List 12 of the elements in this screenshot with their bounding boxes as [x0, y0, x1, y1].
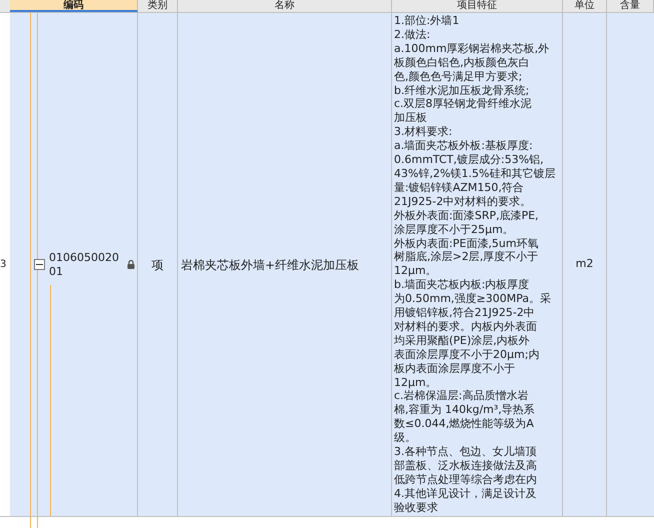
column-header[interactable]: 单位 — [563, 0, 607, 12]
column-header[interactable]: 类别 — [138, 0, 178, 12]
column-header[interactable]: 项目特征 — [392, 0, 563, 12]
name-text: 岩棉夹芯板外墙+纤维水泥加压板 — [181, 256, 360, 274]
unit-text: m2 — [576, 256, 594, 272]
row-number: 3 — [0, 258, 6, 270]
collapse-icon[interactable] — [34, 259, 45, 270]
column-header[interactable]: 含量 — [607, 0, 654, 12]
code-text: 010605002001 — [49, 250, 120, 278]
column-header[interactable]: 名称 — [178, 0, 392, 12]
category-text: 项 — [152, 256, 164, 274]
feature-text: 1.部位:外墙1 2.做法: a.100mm厚彩钢岩棉夹芯板,外 板颜色白铝色,内板颜色灰白 色,颜色色号满足甲方要求; b.纤维水泥加压板龙骨系统; c.双层8厚轻钢龙骨纤维水泥 加压板 3.材料要求: a.墙面夹芯板外板:基板厚度: 0.6mmTCT,镀层成分:53%铝, 43%锌,2%镁1.5%硅和其它镀层 量:镀铝锌镁AZM150,符合 21J925-2中对材料的要求。 外板外表面:面漆SRP,底漆PE, 涂层厚度不小于25μm。 外板内表面:PE面漆,5um环氧 树脂底,涂层>2层,厚度不小于 12μm。 b.墙面夹芯板内板:内板厚度 为0.50mm,强度≥300MPa。采 用镀铝锌板,符合21J925-2中 对材料的要求。内板内外表面 均采用聚酯(PE)涂层,内板外 表面涂层厚度不小于20μm;内 板内表面涂层厚度不小于 12μm。 c.岩棉保温层:高品质憎水岩 棉,容重为 140kg/m³,导热系 数≤0.044,燃烧性能等级为A 级。 3.各种节点、包边、女儿墙顶 部盖板、泛水板连接做法及高 低跨节点处理等综合考虑在内 4.其他详见设计，满足设计及 验收要求 — [394, 14, 556, 515]
